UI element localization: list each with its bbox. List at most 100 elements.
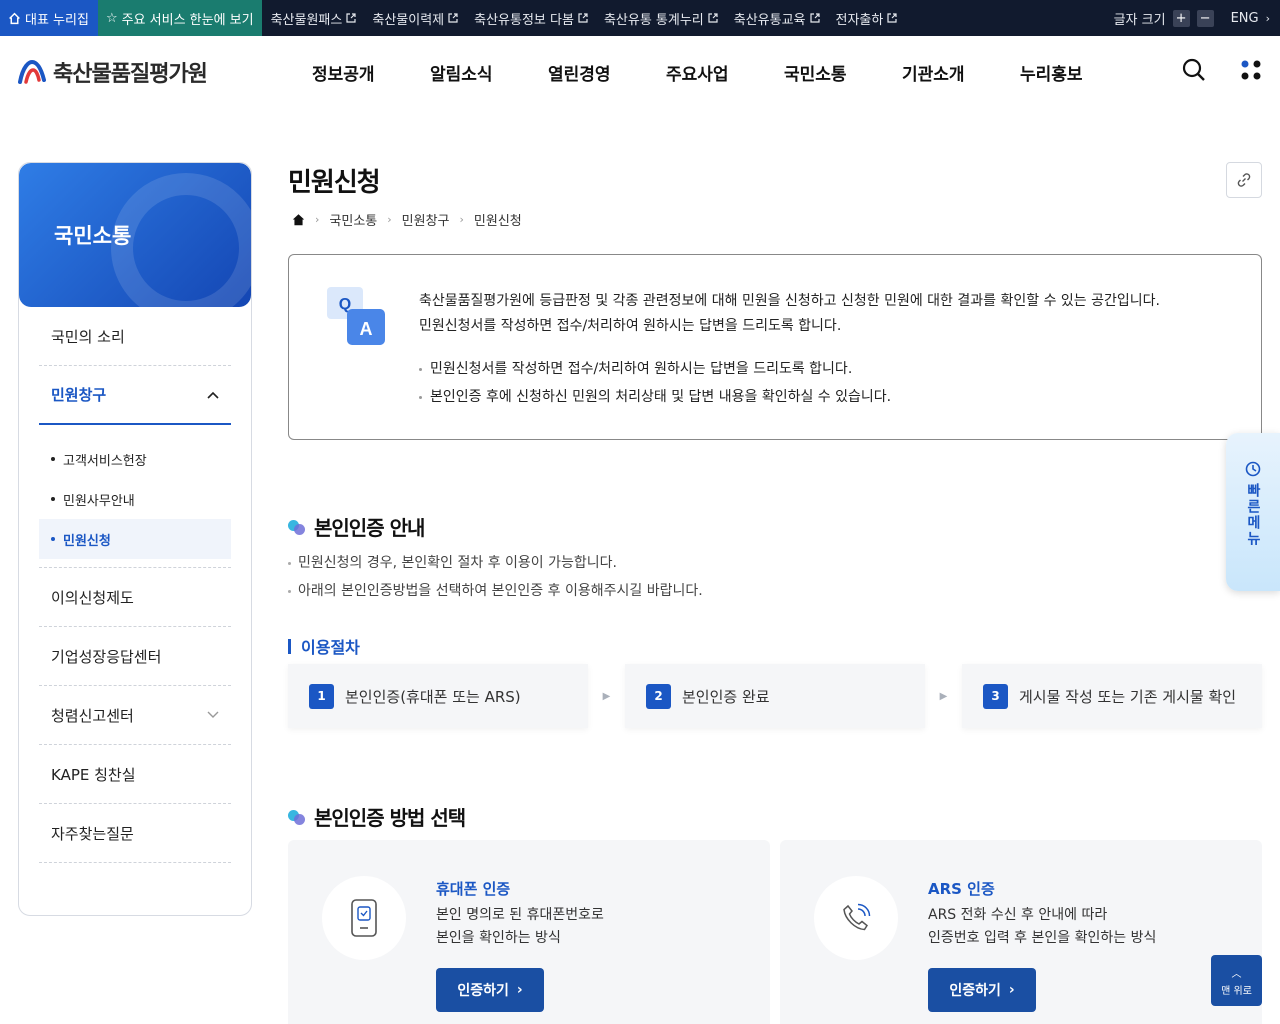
chevron-right-icon: › <box>387 213 392 226</box>
gnb-item-pr[interactable]: 누리홍보 <box>1020 60 1138 85</box>
sidebar-item-voice[interactable]: 국민의 소리 <box>39 307 231 366</box>
gnb-item-info[interactable]: 정보공개 <box>312 60 430 85</box>
sitemap-icon[interactable] <box>1240 59 1262 81</box>
gnb-item-communication[interactable]: 국민소통 <box>784 60 902 85</box>
ext-link-shipping[interactable]: 전자출하 <box>836 9 898 28</box>
sidebar-item-label: 기업성장응답센터 <box>51 647 162 666</box>
bullet-dot <box>288 589 291 593</box>
chevron-right-icon: › <box>1265 11 1270 25</box>
auth-card-title: ARS 인증 <box>928 880 995 898</box>
utility-bar: 대표 누리집 ☆ 주요 서비스 한눈에 보기 축산물원패스 축산물이력제 축산유… <box>0 0 1280 36</box>
quick-menu-button[interactable]: 빠른메뉴 <box>1226 433 1280 591</box>
page-title: 민원신청 <box>288 168 381 198</box>
bullet-dot <box>51 497 55 501</box>
procedure-step: 3 게시물 작성 또는 기존 게시물 확인 <box>962 664 1262 728</box>
bullet-dot <box>288 561 291 565</box>
chevron-down-icon <box>207 711 219 718</box>
submenu-item-charter[interactable]: 고객서비스헌장 <box>39 439 231 479</box>
sidebar-header: 국민소통 <box>19 163 251 307</box>
sidebar-item-integrity[interactable]: 청렴신고센터 <box>39 686 231 745</box>
back-to-top-label: 맨 위로 <box>1221 985 1252 997</box>
submenu-item-guide[interactable]: 민원사무안내 <box>39 479 231 519</box>
ars-auth-button[interactable]: 인증하기 › <box>928 968 1036 1012</box>
sidebar: 국민소통 국민의 소리 민원창구 고객서비스헌장 민원사무안내 민원신청 이의신… <box>18 162 252 916</box>
gnb-item-about[interactable]: 기관소개 <box>902 60 1020 85</box>
step-label: 게시물 작성 또는 기존 게시물 확인 <box>1019 687 1237 706</box>
external-link-icon <box>809 13 820 23</box>
sidebar-item-label: 이의신청제도 <box>51 588 134 607</box>
section-bullet-icon <box>288 809 306 825</box>
sidebar-item-growth-center[interactable]: 기업성장응답센터 <box>39 627 231 686</box>
font-size-label: 글자 크기 <box>1113 12 1166 28</box>
chevron-right-icon: › <box>1008 982 1015 998</box>
sidebar-item-objection[interactable]: 이의신청제도 <box>39 568 231 627</box>
chevron-right-icon: › <box>516 982 523 998</box>
home-icon[interactable] <box>292 213 305 226</box>
gnb-item-business[interactable]: 주요사업 <box>666 60 784 85</box>
ext-link-stats[interactable]: 축산유통 통계누리 <box>604 9 718 28</box>
sidebar-item-praise[interactable]: KAPE 칭찬실 <box>39 745 231 804</box>
breadcrumb-item[interactable]: 국민소통 <box>329 210 377 229</box>
sidebar-item-label: 민원창구 <box>51 386 107 404</box>
list-item: 아래의 본인인증방법을 선택하여 본인인증 후 이용해주시길 바랍니다. <box>288 577 703 605</box>
font-size-plus-button[interactable]: + <box>1172 9 1190 27</box>
list-item: 본인인증 후에 신청하신 민원의 처리상태 및 답변 내용을 확인하실 수 있습… <box>419 383 891 411</box>
step-number: 2 <box>646 683 671 709</box>
site-header: 축산물품질평가원 정보공개 알림소식 열린경영 주요사업 국민소통 기관소개 누… <box>0 36 1280 108</box>
arrow-right-icon: ▶ <box>602 690 611 702</box>
logo-mark-icon <box>18 59 46 84</box>
procedure-heading: 이용절차 <box>288 634 360 658</box>
list-item: 민원신청의 경우, 본인확인 절차 후 이용이 가능합니다. <box>288 549 703 577</box>
external-link-icon <box>448 13 458 23</box>
list-item: 민원신청서를 작성하면 접수/처리하여 원하시는 답변을 드리도록 합니다. <box>419 355 891 383</box>
main-site-link[interactable]: 대표 누리집 <box>0 0 98 36</box>
home-icon <box>9 12 20 24</box>
phone-auth-button[interactable]: 인증하기 › <box>436 968 544 1012</box>
auth-card-ars: ARS 인증 ARS 전화 수신 후 안내에 따라 인증번호 입력 후 본인을 … <box>780 840 1262 1024</box>
step-number: 3 <box>983 683 1008 709</box>
submenu-item-label: 민원신청 <box>63 533 111 549</box>
ext-link-onepass[interactable]: 축산물원패스 <box>271 9 357 28</box>
sidebar-decoration <box>111 173 251 307</box>
breadcrumb-item: 민원신청 <box>473 214 522 229</box>
step-number: 1 <box>309 683 334 709</box>
main-navigation: 정보공개 알림소식 열린경영 주요사업 국민소통 기관소개 누리홍보 <box>312 60 1138 85</box>
submenu-item-label: 고객서비스헌장 <box>63 453 147 469</box>
heading-bar <box>288 638 291 654</box>
section-title-auth-method: 본인인증 방법 선택 <box>288 802 466 831</box>
external-link-icon <box>708 13 718 23</box>
intro-box: Q A 축산물품질평가원에 등급판정 및 각종 관련정보에 대해 민원을 신청하… <box>288 254 1262 440</box>
chevron-right-icon: › <box>315 213 320 226</box>
font-size-minus-button[interactable]: − <box>1196 9 1214 27</box>
main-site-label: 대표 누리집 <box>25 12 89 28</box>
share-link-button[interactable] <box>1226 162 1262 198</box>
link-icon <box>1237 173 1251 187</box>
intro-line-2: 민원신청서를 작성하면 접수/처리하여 원하시는 답변을 드리도록 합니다. <box>419 318 842 334</box>
auth-card-description: 본인 명의로 된 휴대폰번호로 본인을 확인하는 방식 <box>436 907 604 946</box>
service-overview-link[interactable]: ☆ 주요 서비스 한눈에 보기 <box>97 0 262 36</box>
chevron-up-icon <box>207 391 219 399</box>
intro-line-1: 축산물품질평가원에 등급판정 및 각종 관련정보에 대해 민원을 신청하고 신청… <box>419 293 1160 309</box>
external-link-icon <box>346 13 356 23</box>
procedure-steps: 1 본인인증(휴대폰 또는 ARS) ▶ 2 본인인증 완료 ▶ 3 게시물 작… <box>288 664 1262 728</box>
gnb-item-management[interactable]: 열린경영 <box>548 60 666 85</box>
submenu-item-application[interactable]: 민원신청 <box>39 519 231 559</box>
step-label: 본인인증(휴대폰 또는 ARS) <box>345 687 521 706</box>
language-english-link[interactable]: ENG <box>1231 11 1259 26</box>
section-title-auth-guide: 본인인증 안내 <box>288 512 425 541</box>
bullet-dot <box>419 395 422 399</box>
search-icon[interactable] <box>1182 58 1206 82</box>
breadcrumb-item[interactable]: 민원창구 <box>402 210 450 229</box>
sidebar-item-faq[interactable]: 자주찾는질문 <box>39 804 231 863</box>
gnb-item-news[interactable]: 알림소식 <box>430 60 548 85</box>
ext-link-edu[interactable]: 축산유통교육 <box>734 9 820 28</box>
back-to-top-button[interactable]: ︿ 맨 위로 <box>1211 955 1262 1006</box>
sidebar-item-civil-window[interactable]: 민원창구 <box>39 366 231 425</box>
procedure-step: 2 본인인증 완료 <box>625 664 925 728</box>
ext-link-trace[interactable]: 축산물이력제 <box>372 9 458 28</box>
breadcrumb: › 국민소통 › 민원창구 › 민원신청 <box>292 210 522 229</box>
site-logo[interactable]: 축산물품질평가원 <box>17 56 208 88</box>
bullet-dot <box>51 537 55 541</box>
auth-card-title: 휴대폰 인증 <box>436 880 511 898</box>
ext-link-dabom[interactable]: 축산유통정보 다봄 <box>474 9 588 28</box>
